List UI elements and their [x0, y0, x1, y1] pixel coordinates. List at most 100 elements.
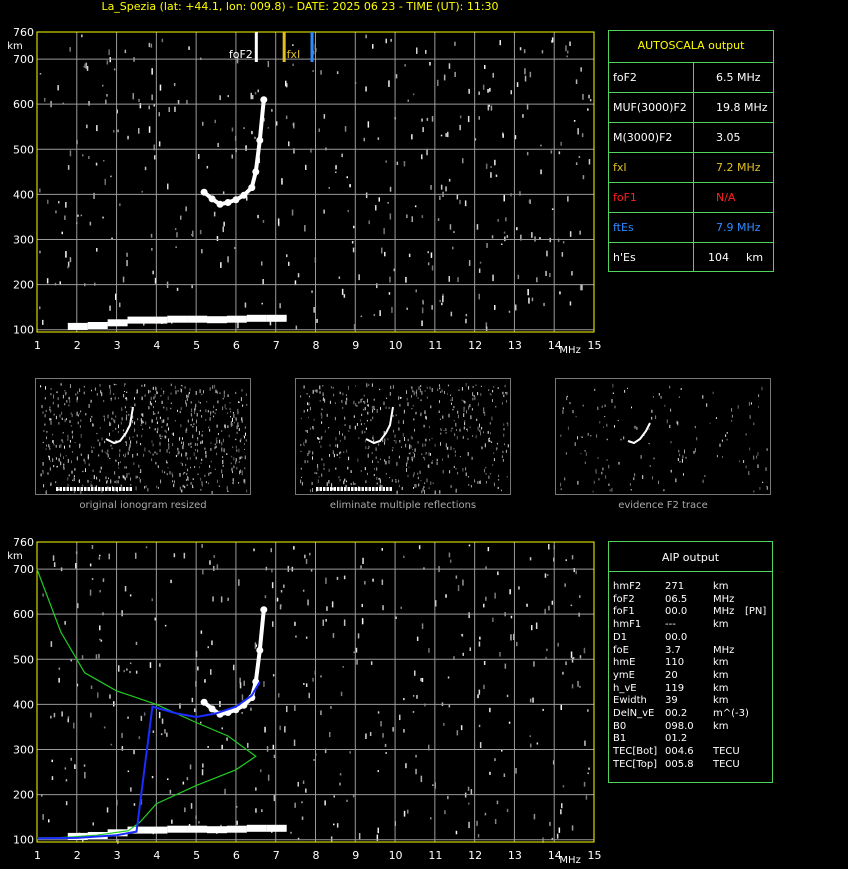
- thumbnail-speck: [604, 404, 606, 408]
- thumbnail-speck: [195, 449, 196, 451]
- thumbnail-speck: [349, 425, 351, 429]
- noise-speck: [121, 732, 123, 738]
- thumbnail-speck: [384, 442, 385, 445]
- thumbnail-speck: [197, 449, 199, 453]
- thumbnail-speck: [101, 392, 103, 397]
- thumbnail-speck: [67, 477, 69, 481]
- thumbnail-speck: [43, 484, 45, 488]
- thumbnail-speck: [472, 435, 473, 437]
- thumbnail-speck: [441, 389, 443, 393]
- thumbnail-speck: [161, 469, 163, 473]
- noise-speck: [479, 742, 482, 748]
- noise-speck: [82, 154, 84, 157]
- thumbnail-speck: [135, 475, 137, 479]
- thumbnail-speck: [187, 477, 189, 481]
- noise-speck: [202, 763, 204, 768]
- thumbnail-speck: [128, 472, 130, 475]
- noise-speck: [210, 669, 212, 675]
- noise-speck: [484, 812, 487, 816]
- thumbnail-speck: [120, 484, 122, 487]
- x-axis-label: MHz: [559, 345, 580, 356]
- thumbnail-speck: [425, 438, 427, 442]
- thumbnail-speck: [423, 424, 425, 428]
- noise-speck: [320, 710, 322, 716]
- thumbnail-speck: [490, 393, 492, 396]
- thumbnail-speck: [198, 431, 200, 435]
- thumbnail-speck: [388, 456, 390, 459]
- noise-speck: [342, 666, 344, 668]
- thumbnail-speck: [481, 427, 483, 430]
- noise-speck: [459, 199, 461, 205]
- autoscala-row: ftEs 7.9 MHz: [609, 212, 773, 242]
- thumbnail-speck: [560, 482, 562, 487]
- thumbnail-speck: [463, 413, 465, 417]
- x-tick-label: 3: [114, 339, 121, 352]
- autoscala-row: foF1 N/A: [609, 182, 773, 212]
- noise-speck: [536, 742, 539, 745]
- thumbnail-speck: [453, 465, 455, 468]
- noise-speck: [575, 162, 578, 165]
- thumbnail-speck: [124, 391, 125, 392]
- noise-speck: [39, 250, 41, 254]
- x-tick-label: 13: [508, 849, 522, 862]
- thumbnail-speck: [151, 402, 153, 406]
- thumbnail-speck: [317, 464, 319, 468]
- thumbnail-speck: [603, 426, 604, 428]
- noise-speck: [445, 133, 447, 137]
- es-trace-point: [226, 315, 247, 323]
- thumbnail-speck: [702, 479, 704, 483]
- noise-speck: [267, 127, 270, 129]
- noise-speck: [106, 94, 108, 97]
- marker-label: foF2: [229, 48, 253, 61]
- noise-speck: [311, 290, 313, 293]
- thumbnail-speck: [76, 411, 78, 416]
- thumbnail-speck: [590, 435, 592, 437]
- thumbnail-speck: [46, 436, 47, 440]
- noise-speck: [48, 819, 50, 823]
- thumbnail-speck: [160, 437, 162, 440]
- noise-speck: [524, 68, 526, 75]
- thumbnail-speck: [235, 417, 237, 422]
- thumbnail-speck: [241, 456, 243, 459]
- noise-speck: [506, 694, 509, 698]
- thumbnail-speck: [77, 421, 79, 425]
- thumbnail-speck: [181, 388, 182, 393]
- thumbnail-speck: [237, 408, 239, 413]
- autoscala-value-cell: 7.9 MHz: [693, 213, 773, 242]
- noise-speck: [198, 821, 200, 824]
- thumbnail-speck: [398, 422, 400, 424]
- noise-speck: [254, 136, 256, 139]
- noise-speck: [64, 767, 67, 770]
- thumbnail-speck: [502, 459, 504, 462]
- thumbnail-speck: [663, 489, 665, 492]
- noise-speck: [138, 736, 141, 740]
- autoscala-value-cell: 3.05: [693, 123, 773, 152]
- noise-speck: [571, 271, 573, 276]
- thumbnail-speck: [113, 393, 115, 395]
- thumbnail-es-trace: [56, 487, 59, 491]
- thumbnail-speck: [119, 453, 120, 457]
- thumbnail-speck: [417, 441, 419, 444]
- noise-speck: [91, 578, 94, 580]
- thumbnail-speck: [241, 389, 243, 392]
- noise-speck: [558, 827, 561, 833]
- thumbnail-speck: [215, 445, 217, 448]
- thumbnail-speck: [130, 440, 132, 444]
- noise-speck: [200, 721, 202, 724]
- thumbnail-es-trace: [84, 487, 87, 491]
- noise-speck: [106, 807, 109, 813]
- thumbnail-speck: [479, 423, 480, 428]
- noise-speck: [332, 633, 335, 638]
- thumbnail-speck: [395, 440, 397, 444]
- noise-speck: [385, 752, 387, 754]
- noise-speck: [421, 154, 423, 160]
- thumbnail-speck: [184, 386, 186, 389]
- thumbnail-speck: [190, 424, 192, 426]
- thumbnail-speck: [328, 468, 330, 473]
- thumbnail-speck: [497, 387, 499, 389]
- noise-speck: [459, 124, 461, 131]
- thumbnail-speck: [73, 475, 75, 477]
- thumbnail-speck: [64, 390, 66, 392]
- thumbnail-speck: [164, 430, 166, 432]
- thumbnail-es-trace: [368, 487, 371, 491]
